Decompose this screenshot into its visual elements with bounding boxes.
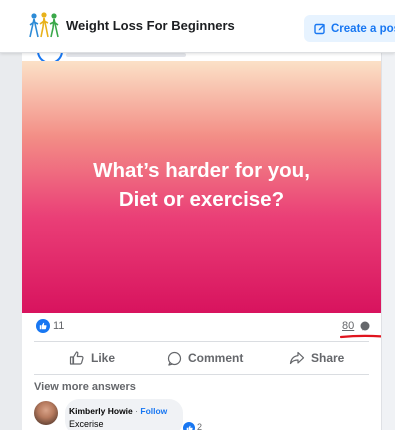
view-more-answers-link[interactable]: View more answers [34,381,136,393]
like-reaction-icon[interactable] [36,319,50,333]
comment-text: Excerise [69,419,104,429]
group-logo-icon[interactable] [28,11,60,39]
thumbs-up-icon [69,351,84,365]
post-image-text-line: What’s harder for you, [93,159,310,182]
divider [34,374,369,375]
post-actions: Like Comment Share [22,342,381,374]
comment-like-icon[interactable] [182,421,196,430]
comment-count[interactable]: 80 [342,320,354,332]
edit-icon [314,23,325,34]
commenter-avatar[interactable] [34,401,58,425]
comment-reaction-count: 2 [197,422,203,430]
like-button[interactable]: Like [69,342,115,374]
name-separator: · [135,406,138,416]
post-image-text-line: Diet or exercise? [118,188,285,211]
post-card: What’s harder for you, Diet or exercise?… [22,52,381,430]
comment-label: Comment [188,351,244,365]
feed-background [0,52,22,430]
like-label: Like [91,351,116,365]
like-count[interactable]: 11 [53,320,64,332]
share-icon [289,351,305,365]
commenter-name-line: Kimberly Howie · Follow [69,406,167,416]
comment-icon [167,351,182,366]
create-post-button[interactable]: Create a pos [304,15,395,42]
red-underline-annotation [340,334,381,339]
post-author-line [66,53,186,57]
follow-link[interactable]: Follow [140,406,167,416]
group-name[interactable]: Weight Loss For Beginners [66,18,235,33]
comment-button[interactable]: Comment [167,342,243,374]
comment-bubble-icon [360,321,370,331]
share-label: Share [311,351,345,365]
create-post-label: Create a pos [331,22,395,35]
post-image-text: What’s harder for you, Diet or exercise? [22,156,381,214]
share-button[interactable]: Share [289,342,344,374]
commenter-name[interactable]: Kimberly Howie [69,406,133,416]
group-header-bar: Weight Loss For Beginners Create a pos [0,0,395,53]
right-column-edge [381,52,395,430]
reactions-summary: 11 80 [22,313,381,341]
